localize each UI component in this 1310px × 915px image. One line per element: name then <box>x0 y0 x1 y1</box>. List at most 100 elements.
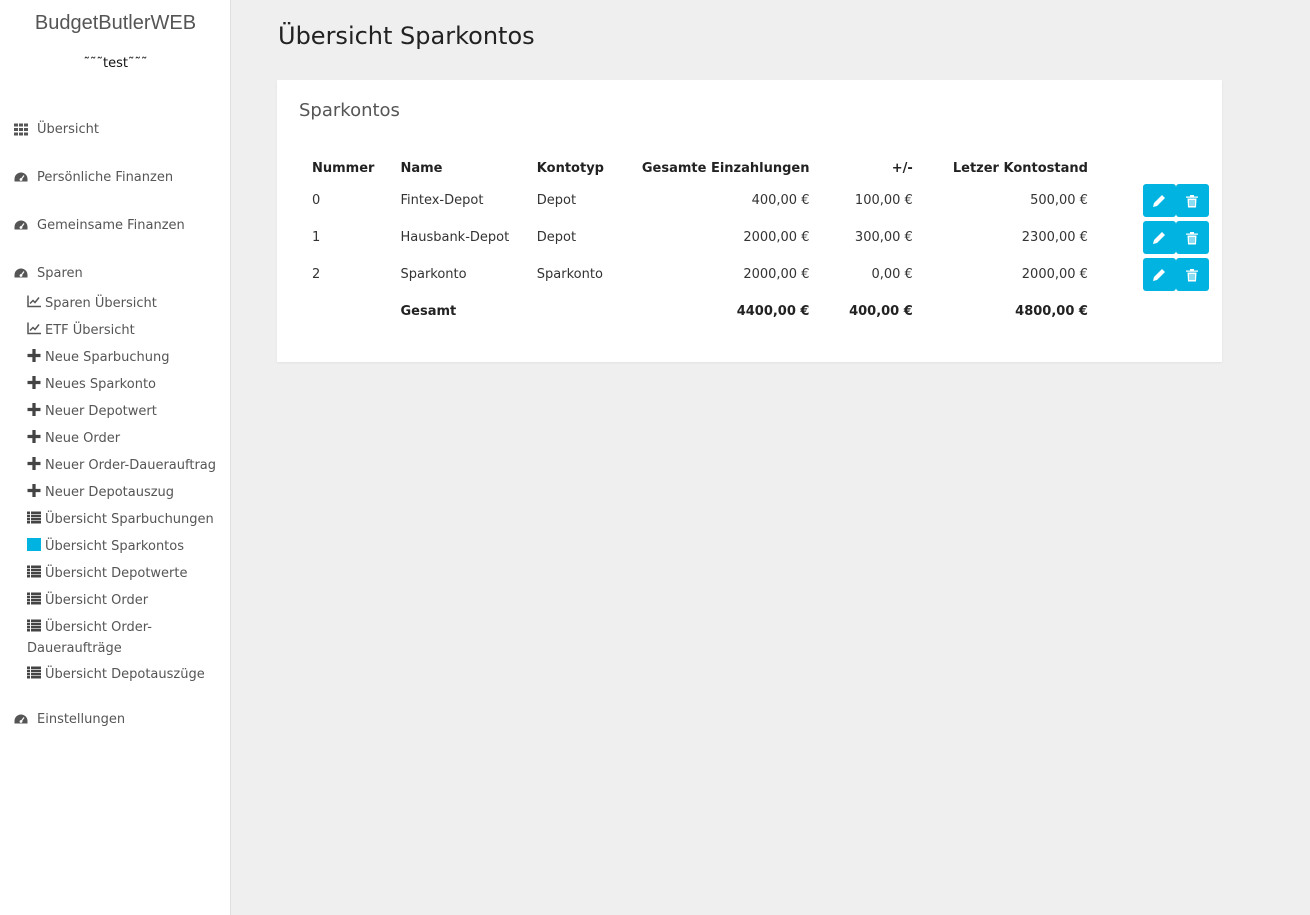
sidebar-item-label: Neuer Order-Dauerauftrag <box>45 458 217 473</box>
list-icon <box>27 666 42 686</box>
cell-name: Sparkonto <box>400 267 467 282</box>
list-icon <box>27 619 42 639</box>
plus-icon <box>27 349 42 369</box>
plus-icon <box>27 484 42 504</box>
sidebar-item-label: Persönliche Finanzen <box>37 169 174 185</box>
pencil-icon <box>1153 194 1166 207</box>
sidebar-item-neues-sparkonto[interactable]: Neues Sparkonto <box>27 375 227 396</box>
sidebar-item-label: Übersicht Depotauszüge <box>45 667 205 682</box>
cell-total-einzahlungen: 4400,00 € <box>736 304 810 319</box>
column-header-differenz: +/- <box>891 161 913 176</box>
cell-kontostand: 2300,00 € <box>1021 230 1088 245</box>
sidebar-item-gemeinsame-finanzen[interactable]: Gemeinsame Finanzen <box>13 215 185 235</box>
column-header-letzter-kontostand: Letzer Kontostand <box>952 161 1088 176</box>
list-icon <box>27 511 42 531</box>
sparkontos-panel: Sparkontos Nummer Name Kontotyp Gesamte … <box>277 80 1222 362</box>
edit-button[interactable] <box>1142 184 1176 217</box>
sidebar-item-persoenliche-finanzen[interactable]: Persönliche Finanzen <box>13 167 173 187</box>
cell-total-label: Gesamt <box>400 304 457 319</box>
delete-button[interactable] <box>1175 221 1209 254</box>
sidebar-item-neue-order[interactable]: Neue Order <box>27 429 227 450</box>
cell-kontotyp <box>524 293 629 330</box>
cell-kontotyp: Sparkonto <box>536 267 603 282</box>
cell-nummer: 2 <box>312 267 321 282</box>
cell-nummer: 0 <box>312 193 321 208</box>
table-row: 1 Hausbank-Depot Depot 2000,00 € 300,00 … <box>299 219 1222 256</box>
pencil-icon <box>1153 268 1166 281</box>
sidebar-item-label: Übersicht <box>37 121 99 137</box>
line-chart-icon <box>27 322 42 342</box>
dashboard-icon <box>13 170 29 184</box>
list-icon <box>26 538 42 558</box>
dashboard-icon <box>13 266 29 280</box>
cell-kontotyp: Depot <box>536 230 577 245</box>
table-row: 0 Fintex-Depot Depot 400,00 € 100,00 € 5… <box>299 182 1222 219</box>
line-chart-icon <box>27 295 42 315</box>
cell-differenz: 100,00 € <box>854 193 913 208</box>
cell-actions <box>1101 219 1222 256</box>
sidebar-item-neue-sparbuchung[interactable]: Neue Sparbuchung <box>27 348 227 369</box>
column-header-name: Name <box>400 161 443 176</box>
cell-nummer <box>299 293 387 330</box>
sidebar-item-sparen[interactable]: Sparen <box>13 263 83 283</box>
sidebar-item-label: Übersicht Order-Daueraufträge <box>27 620 152 656</box>
sidebar-item-label: Neuer Depotwert <box>45 404 157 419</box>
user-name: ˜˜˜test˜˜˜ <box>83 56 148 71</box>
grid-icon <box>13 122 29 136</box>
sidebar-item-label: Übersicht Order <box>45 593 149 608</box>
sidebar-item-uebersicht-depotauszuege[interactable]: Übersicht Depotauszüge <box>27 665 227 686</box>
sidebar-item-uebersicht-sparbuchungen[interactable]: Übersicht Sparbuchungen <box>27 510 227 531</box>
dashboard-icon <box>13 712 29 726</box>
sidebar-item-einstellungen[interactable]: Einstellungen <box>13 709 125 729</box>
table-row: 2 Sparkonto Sparkonto 2000,00 € 0,00 € 2… <box>299 256 1222 293</box>
sidebar-item-label: Übersicht Depotwerte <box>45 566 188 581</box>
sidebar-item-uebersicht-sparkontos[interactable]: Übersicht Sparkontos <box>26 537 227 558</box>
table-total-row: Gesamt 4400,00 € 400,00 € 4800,00 € <box>299 293 1222 330</box>
cell-actions <box>1101 293 1222 330</box>
sidebar-item-neuer-depotauszug[interactable]: Neuer Depotauszug <box>27 483 227 504</box>
column-header-nummer: Nummer <box>312 161 375 176</box>
cell-einzahlungen: 2000,00 € <box>743 230 810 245</box>
sidebar-item-neuer-depotwert[interactable]: Neuer Depotwert <box>27 402 227 423</box>
cell-nummer: 1 <box>312 230 321 245</box>
edit-button[interactable] <box>1142 258 1176 291</box>
sidebar-item-label: Neue Sparbuchung <box>45 350 170 365</box>
sidebar-item-uebersicht-order[interactable]: Übersicht Order <box>27 591 227 612</box>
cell-differenz: 0,00 € <box>871 267 913 282</box>
sidebar-item-uebersicht-depotwerte[interactable]: Übersicht Depotwerte <box>27 564 227 585</box>
column-header-actions <box>1101 156 1222 182</box>
sidebar-item-neuer-order-dauerauftrag[interactable]: Neuer Order-Dauerauftrag <box>27 456 227 477</box>
cell-actions <box>1101 256 1222 293</box>
cell-differenz: 300,00 € <box>854 230 913 245</box>
list-icon <box>27 592 42 612</box>
column-header-kontotyp: Kontotyp <box>536 161 604 176</box>
plus-icon <box>27 457 42 477</box>
sidebar-item-label: Neue Order <box>45 431 121 446</box>
sidebar-item-uebersicht-order-dauerauftraege[interactable]: Übersicht Order-Daueraufträge <box>27 618 207 659</box>
sidebar-item-uebersicht[interactable]: Übersicht <box>13 119 99 139</box>
sidebar-item-label: Gemeinsame Finanzen <box>37 217 185 233</box>
sidebar-item-label: Übersicht Sparkontos <box>45 539 185 554</box>
sidebar-item-label: Neues Sparkonto <box>45 377 156 392</box>
cell-name: Hausbank-Depot <box>400 230 510 245</box>
cell-kontostand: 2000,00 € <box>1021 267 1088 282</box>
sidebar: BudgetButlerWEB ˜˜˜test˜˜˜ Übersicht Per… <box>0 0 231 915</box>
edit-button[interactable] <box>1142 221 1176 254</box>
delete-button[interactable] <box>1175 184 1209 217</box>
page-title: Übersicht Sparkontos <box>278 22 535 50</box>
app-brand[interactable]: BudgetButlerWEB <box>0 12 231 35</box>
delete-button[interactable] <box>1175 258 1209 291</box>
cell-name: Fintex-Depot <box>400 193 484 208</box>
trash-icon <box>1186 268 1199 281</box>
sidebar-item-label: Sparen Übersicht <box>45 296 157 311</box>
sidebar-item-sparen-uebersicht[interactable]: Sparen Übersicht <box>27 294 227 315</box>
cell-total-differenz: 400,00 € <box>849 304 913 319</box>
cell-kontostand: 500,00 € <box>1030 193 1088 208</box>
trash-icon <box>1186 231 1199 244</box>
sidebar-item-label: Übersicht Sparbuchungen <box>45 512 214 527</box>
cell-einzahlungen: 2000,00 € <box>743 267 810 282</box>
cell-einzahlungen: 400,00 € <box>751 193 810 208</box>
sidebar-item-etf-uebersicht[interactable]: ETF Übersicht <box>27 321 227 342</box>
plus-icon <box>27 430 42 450</box>
sidebar-item-label: Einstellungen <box>37 711 126 727</box>
